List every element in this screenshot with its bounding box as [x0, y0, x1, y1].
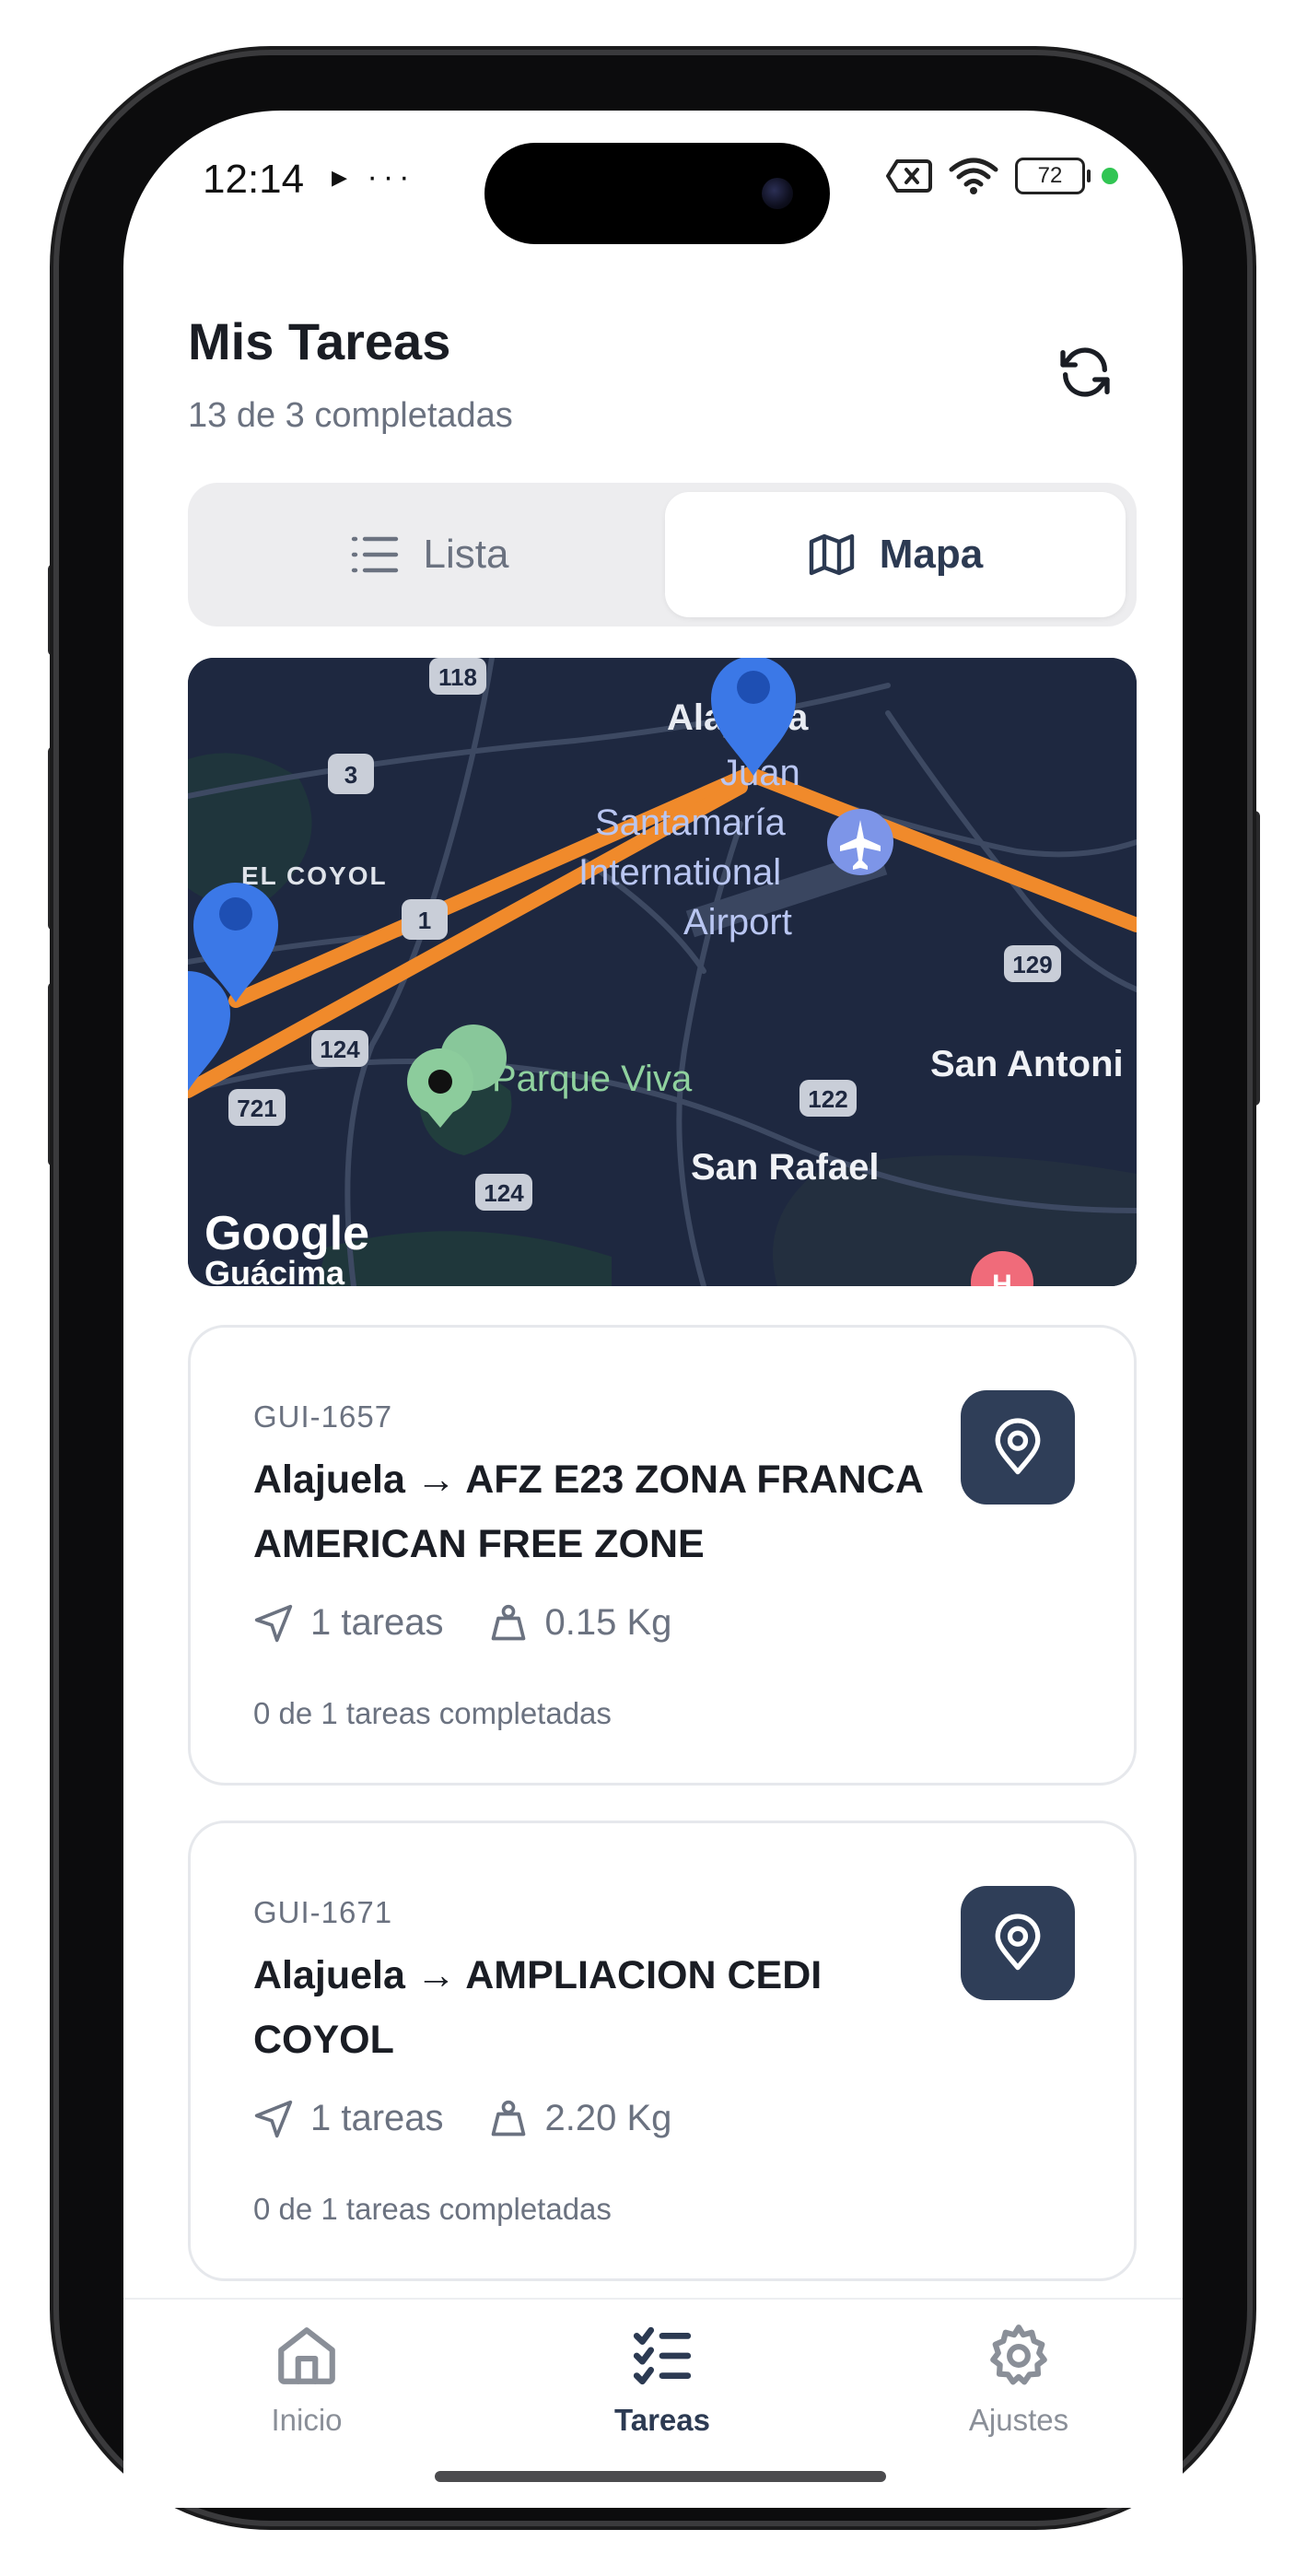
navigation-icon: [254, 2100, 293, 2137]
task-location-button[interactable]: [961, 1886, 1075, 2000]
task-weight-label: 0.15 Kg: [544, 1602, 672, 1643]
wifi-icon: [949, 158, 998, 194]
task-meta: 1 tareas 0.15 Kg: [253, 1602, 716, 1644]
route-shield-124a: 124: [320, 1036, 360, 1063]
tab-lista[interactable]: Lista: [199, 492, 659, 617]
route-shield-118: 118: [438, 663, 477, 691]
route-shield-1: 1: [418, 907, 431, 934]
front-camera: [762, 178, 793, 209]
tab-mapa-label: Mapa: [879, 532, 984, 577]
status-right-icons: 72: [886, 157, 1118, 195]
task-count-label: 1 tareas: [310, 2098, 444, 2138]
map-canvas: 118 3 1 124 721 124 122 129 Alajuela Jua…: [188, 658, 1137, 1286]
route-shield-3: 3: [344, 761, 357, 789]
page-subtitle: 13 de 3 completadas: [188, 396, 513, 435]
map-label-san-antonio: San Antoni: [930, 1044, 1124, 1084]
status-time: 12:14: [203, 157, 305, 202]
route-shield-721: 721: [237, 1095, 276, 1122]
map-label-airport-2: Santamaría: [595, 802, 787, 843]
nav-item-tareas[interactable]: Tareas: [561, 2322, 764, 2438]
map-attribution: Google: [204, 1207, 369, 1260]
task-weight: 0.15 Kg: [488, 1602, 672, 1644]
page-title: Mis Tareas: [188, 312, 451, 370]
nav-item-inicio[interactable]: Inicio: [205, 2322, 408, 2438]
tab-lista-label: Lista: [423, 532, 509, 577]
task-title: Alajuela → AMPLIACION CEDI COYOL: [253, 1953, 823, 2062]
route-shield-124b: 124: [484, 1179, 524, 1207]
dynamic-island: [484, 143, 830, 244]
refresh-icon: [1060, 347, 1110, 397]
task-title: Alajuela → AFZ E23 ZONA FRANCA AMERICAN …: [253, 1458, 923, 1566]
task-code: GUI-1671: [253, 1895, 393, 1929]
task-count: 1 tareas: [253, 1602, 444, 1644]
route-shield-129: 129: [1012, 951, 1052, 978]
task-location-button[interactable]: [961, 1390, 1075, 1505]
privacy-indicator-dot: [1102, 168, 1118, 184]
task-progress: 0 de 1 tareas completadas: [253, 2192, 612, 2226]
checklist-icon: [633, 2326, 692, 2385]
nav-label-tareas: Tareas: [614, 2403, 710, 2437]
weight-icon: [491, 1604, 525, 1640]
task-progress: 0 de 1 tareas completadas: [253, 1696, 612, 1730]
map-view[interactable]: 118 3 1 124 721 124 122 129 Alajuela Jua…: [188, 658, 1137, 1286]
task-count-label: 1 tareas: [310, 1602, 444, 1643]
view-toggle: Lista Mapa: [188, 483, 1137, 626]
airport-icon: [827, 809, 893, 875]
map-pin-icon: [995, 1418, 1041, 1475]
task-meta: 1 tareas 2.20 Kg: [253, 2098, 716, 2139]
map-icon: [809, 533, 854, 576]
home-indicator: [435, 2471, 886, 2482]
nav-label-inicio: Inicio: [271, 2403, 343, 2437]
route-shield-122: 122: [808, 1085, 847, 1113]
nav-item-ajustes[interactable]: Ajustes: [917, 2322, 1120, 2438]
weight-icon: [491, 2100, 525, 2136]
map-label-san-rafael: San Rafael: [691, 1147, 880, 1188]
task-card[interactable]: GUI-1657 Alajuela → AFZ E23 ZONA FRANCA …: [188, 1325, 1137, 1786]
navigation-icon: [254, 1604, 293, 1642]
status-left-icons: ▸ ···: [332, 159, 415, 194]
task-weight: 2.20 Kg: [488, 2098, 672, 2139]
svg-text:H: H: [992, 1270, 1012, 1286]
battery-indicator: 72: [1015, 158, 1091, 194]
map-pin-icon: [995, 1914, 1041, 1971]
task-code: GUI-1657: [253, 1399, 393, 1434]
nav-label-ajustes: Ajustes: [968, 2403, 1069, 2437]
home-icon: [278, 2327, 335, 2384]
tab-mapa[interactable]: Mapa: [665, 492, 1126, 617]
map-label-airport-4: Airport: [683, 902, 792, 943]
side-button-power: [1247, 811, 1260, 1106]
task-weight-label: 2.20 Kg: [544, 2098, 672, 2138]
task-count: 1 tareas: [253, 2098, 444, 2139]
task-card[interactable]: GUI-1671 Alajuela → AMPLIACION CEDI COYO…: [188, 1821, 1137, 2281]
map-label-parque-viva: Parque Viva: [492, 1059, 693, 1099]
list-icon: [351, 536, 398, 573]
gear-icon: [990, 2324, 1047, 2385]
sim-off-icon: [886, 159, 932, 193]
map-label-el-coyol: EL COYOL: [241, 861, 388, 890]
map-label-airport-3: International: [578, 852, 781, 893]
refresh-button[interactable]: [1046, 334, 1124, 411]
